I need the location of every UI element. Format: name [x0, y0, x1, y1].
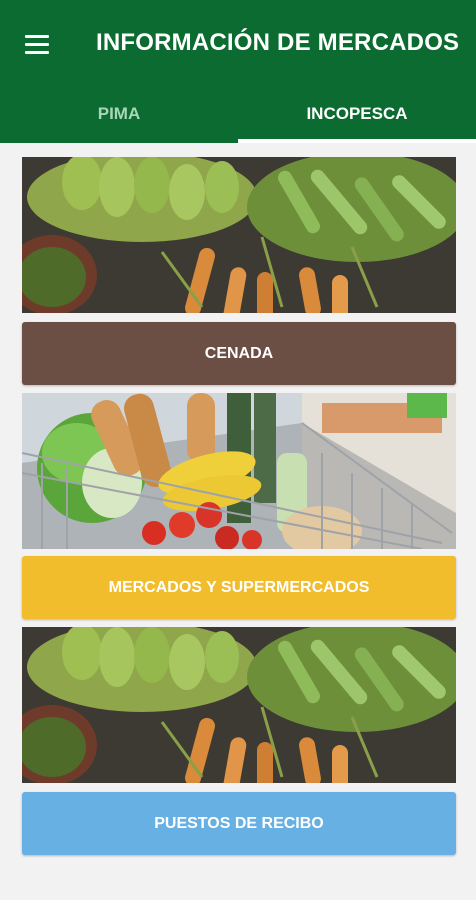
hamburger-menu-icon[interactable]	[22, 30, 52, 60]
app-title: INFORMACIÓN DE MERCADOS	[96, 29, 460, 56]
cenada-button[interactable]: CENADA	[22, 322, 456, 385]
app-bar: INFORMACIÓN DE MERCADOS PIMA INCOPESCA	[0, 0, 476, 143]
mercados-supermercados-button[interactable]: MERCADOS Y SUPERMERCADOS	[22, 556, 456, 619]
vegetables-basket-photo[interactable]	[22, 157, 456, 313]
tab-indicator	[238, 139, 476, 143]
shopping-cart-groceries-photo[interactable]	[22, 393, 456, 549]
tab-pima[interactable]: PIMA	[0, 88, 238, 140]
tab-incopesca[interactable]: INCOPESCA	[238, 88, 476, 140]
vegetables-basket-photo[interactable]	[22, 627, 456, 783]
puestos-de-recibo-button[interactable]: PUESTOS DE RECIBO	[22, 792, 456, 855]
